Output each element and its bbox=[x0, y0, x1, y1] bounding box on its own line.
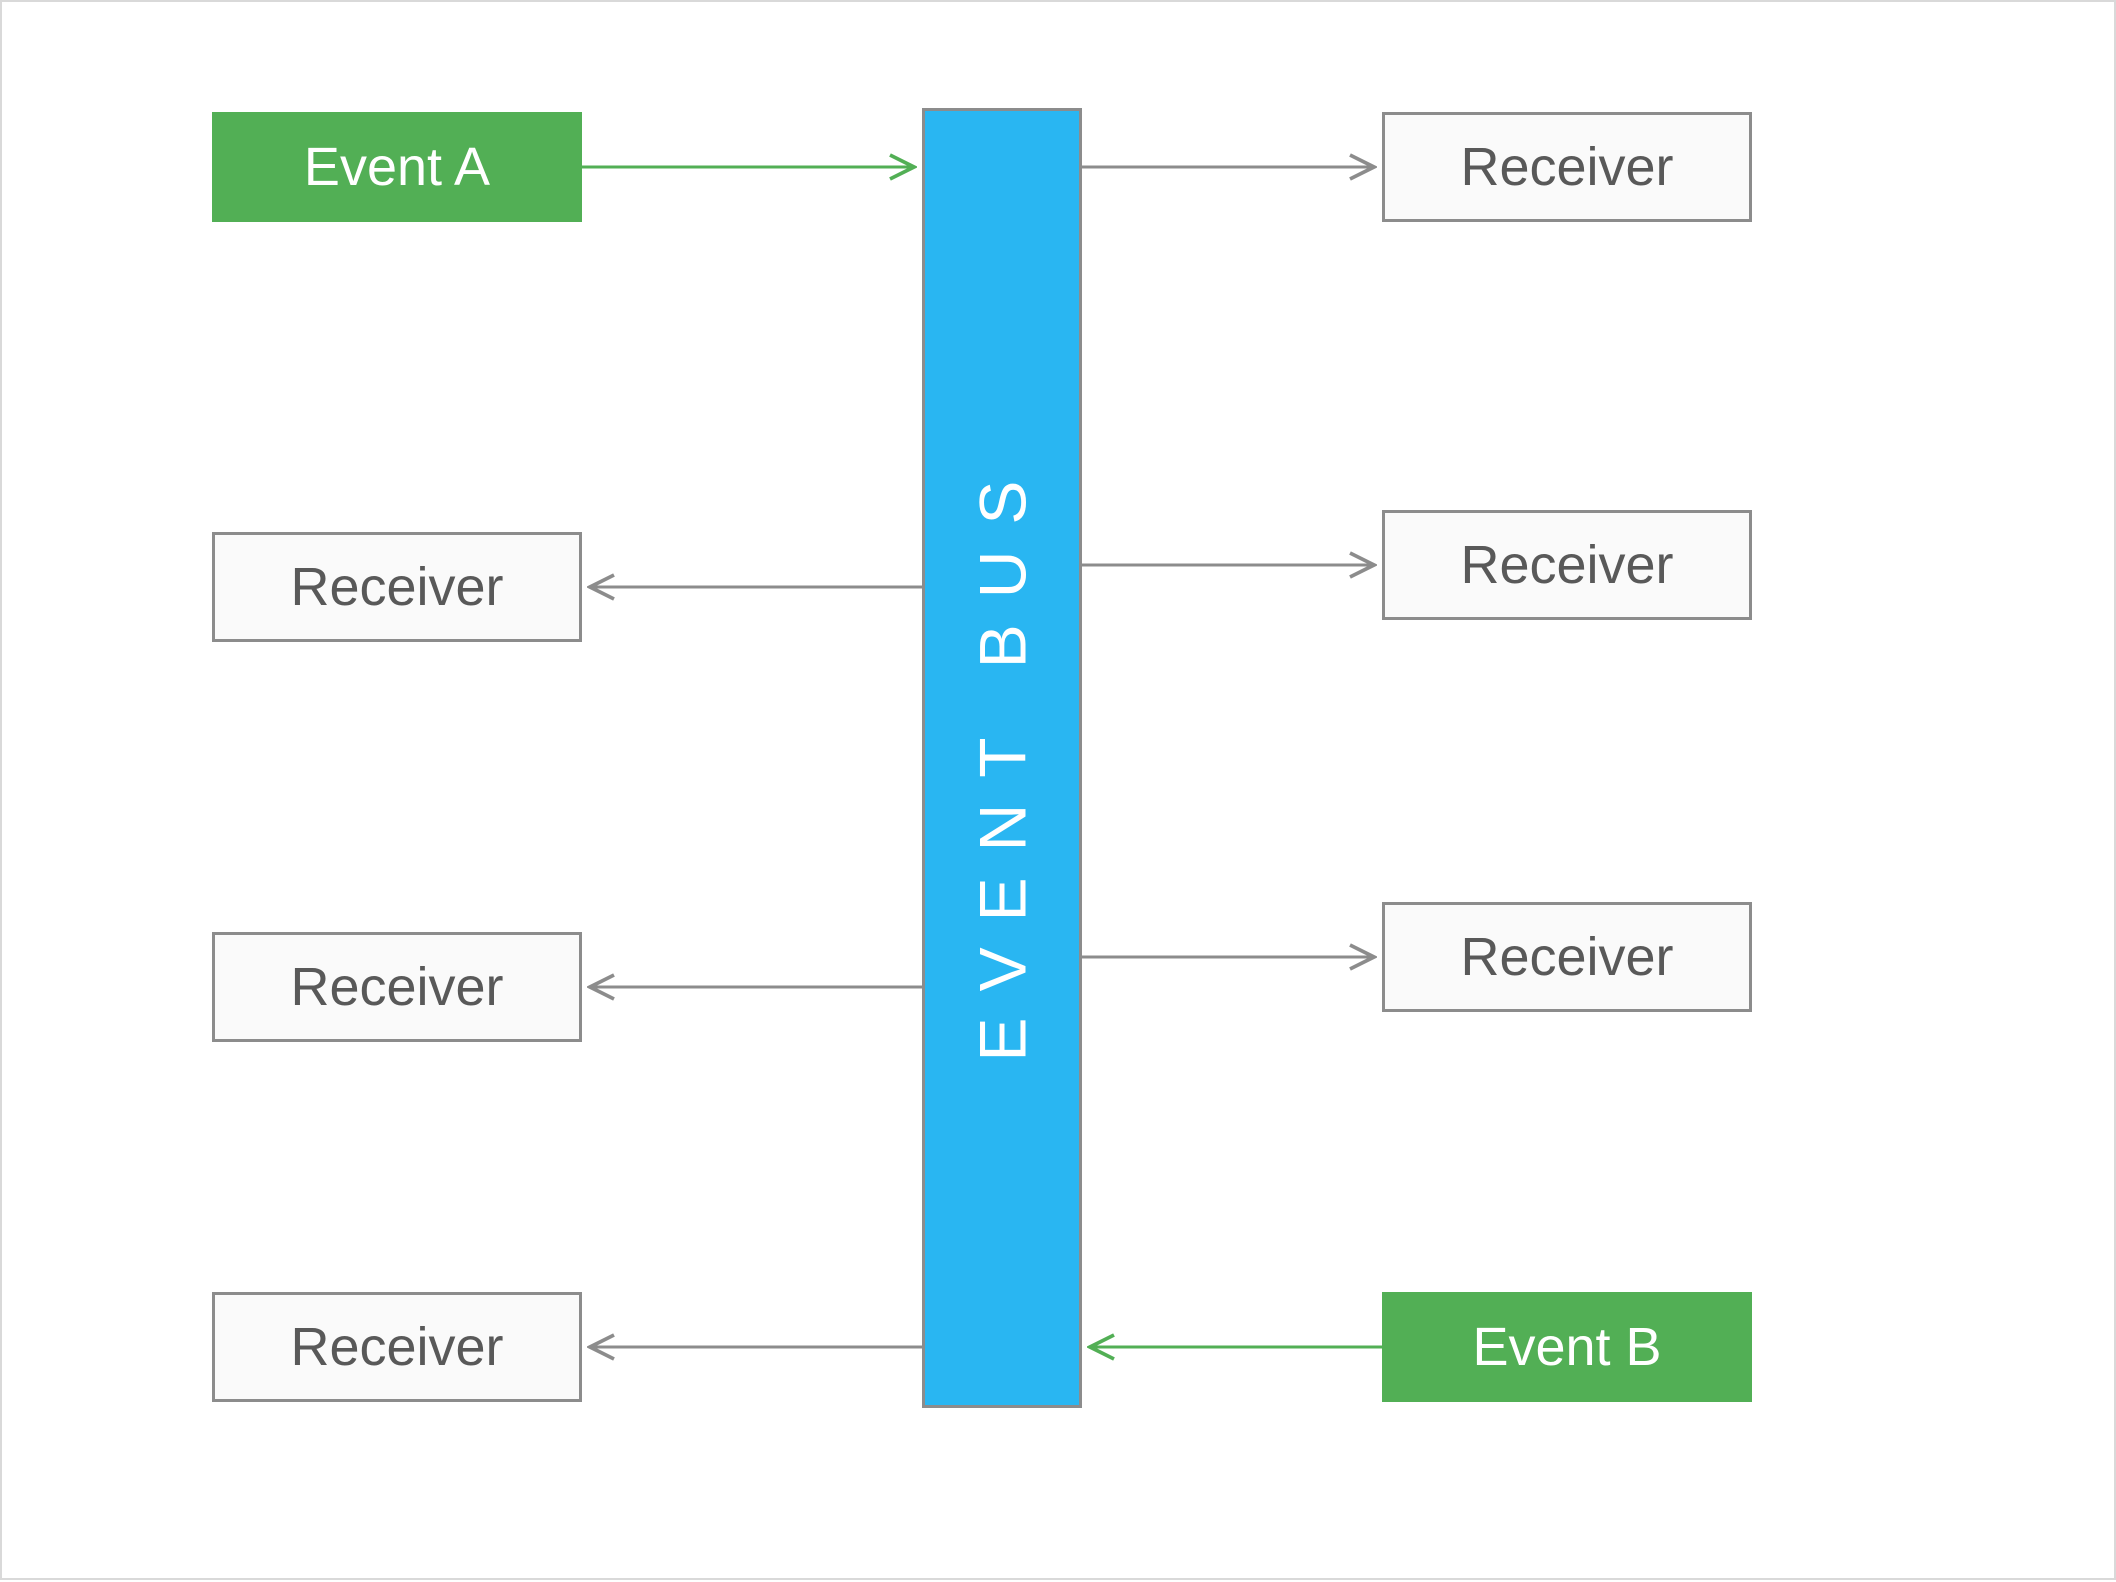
event-a-label: Event A bbox=[304, 136, 490, 198]
receiver-right-2: Receiver bbox=[1382, 510, 1752, 620]
event-b-label: Event B bbox=[1472, 1316, 1661, 1378]
event-b-box: Event B bbox=[1382, 1292, 1752, 1402]
receiver-right-1-label: Receiver bbox=[1460, 136, 1673, 198]
event-bus-label: EVENT BUS bbox=[964, 455, 1040, 1062]
receiver-left-3: Receiver bbox=[212, 932, 582, 1042]
receiver-left-4: Receiver bbox=[212, 1292, 582, 1402]
receiver-left-4-label: Receiver bbox=[290, 1316, 503, 1378]
event-a-box: Event A bbox=[212, 112, 582, 222]
receiver-left-2-label: Receiver bbox=[290, 556, 503, 618]
receiver-right-2-label: Receiver bbox=[1460, 534, 1673, 596]
receiver-right-1: Receiver bbox=[1382, 112, 1752, 222]
receiver-left-2: Receiver bbox=[212, 532, 582, 642]
diagram-canvas: EVENT BUS Event A Receiver Receiver Rece… bbox=[0, 0, 2116, 1580]
receiver-right-3-label: Receiver bbox=[1460, 926, 1673, 988]
receiver-left-3-label: Receiver bbox=[290, 956, 503, 1018]
receiver-right-3: Receiver bbox=[1382, 902, 1752, 1012]
event-bus-block: EVENT BUS bbox=[922, 108, 1082, 1408]
